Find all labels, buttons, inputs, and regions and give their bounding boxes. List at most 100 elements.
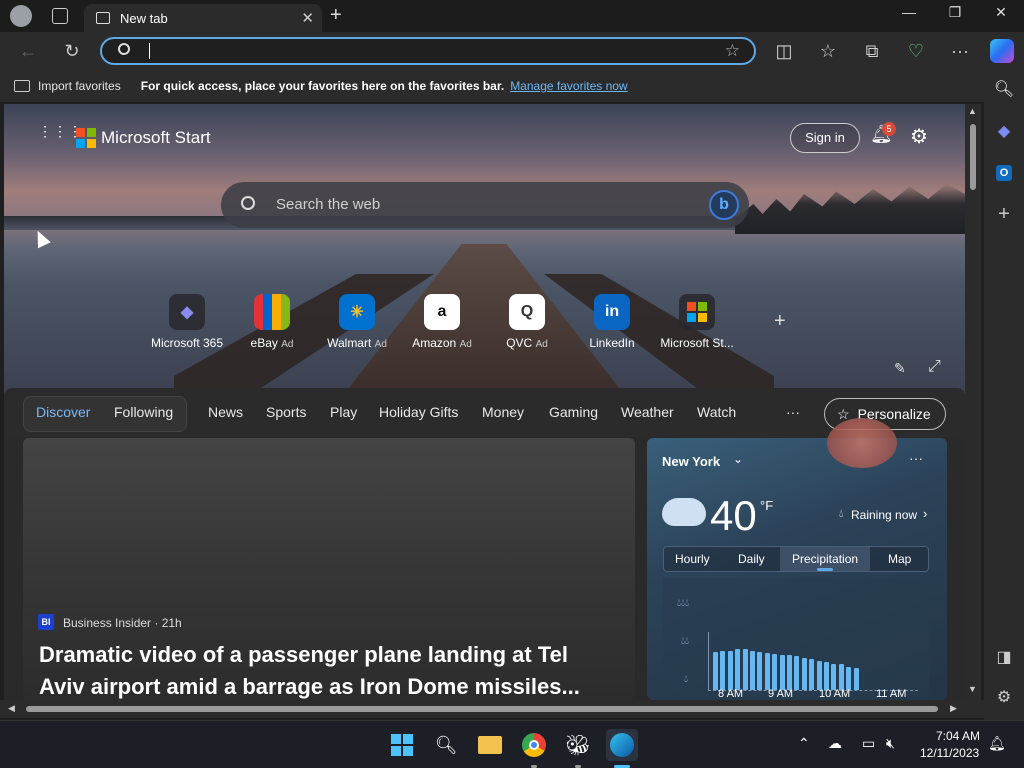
microsoft-logo: [76, 128, 96, 148]
file-explorer-icon[interactable]: [474, 729, 506, 761]
sidebar-outlook-icon[interactable]: O: [990, 158, 1018, 186]
weather-tab-daily[interactable]: Daily: [738, 552, 765, 566]
tab-play[interactable]: Play: [330, 404, 357, 420]
notification-center-icon[interactable]: 🔔︎: [988, 735, 1006, 752]
network-icon[interactable]: ▭: [862, 735, 875, 752]
manage-favorites-link[interactable]: Manage favorites now: [510, 79, 627, 93]
tab-holiday-gifts[interactable]: Holiday Gifts: [379, 404, 458, 420]
tab-gaming[interactable]: Gaming: [549, 404, 598, 420]
sidebar-copilot-icon[interactable]: ◆: [990, 118, 1018, 146]
shortcut-walmart[interactable]: ✳ Walmart Ad: [312, 294, 402, 350]
weather-temp: 40: [710, 492, 757, 539]
import-favorites-icon[interactable]: [14, 80, 30, 92]
sidebar-search-icon[interactable]: 🔍︎: [990, 76, 1018, 104]
tab-sports[interactable]: Sports: [266, 404, 306, 420]
more-tabs-button[interactable]: ···: [786, 404, 800, 420]
close-tab-icon[interactable]: ✕: [301, 9, 314, 27]
taskbar-search-icon[interactable]: 🔍︎: [430, 729, 462, 761]
shortcut-label: QVC: [506, 336, 533, 350]
precip-bar: [750, 651, 755, 690]
tab-watch[interactable]: Watch: [697, 404, 736, 420]
clock-time[interactable]: 7:04 AM: [936, 729, 980, 743]
edge-icon[interactable]: [606, 729, 638, 761]
close-window-button[interactable]: ✕: [978, 4, 1024, 28]
onedrive-icon[interactable]: ☁: [828, 735, 842, 752]
edit-background-icon[interactable]: ✎: [894, 360, 906, 377]
shortcut-microsoft-365[interactable]: ◆ Microsoft 365: [142, 294, 232, 350]
back-icon[interactable]: ←: [14, 37, 42, 65]
copilot-icon[interactable]: [990, 39, 1014, 63]
tab-discover[interactable]: Discover: [36, 404, 90, 420]
news-headline-line1[interactable]: Dramatic video of a passenger plane land…: [39, 642, 568, 668]
import-favorites-button[interactable]: Import favorites: [38, 79, 121, 93]
favorites-icon[interactable]: ☆: [814, 37, 842, 65]
horizontal-scrollbar[interactable]: ◀ ▶: [0, 700, 984, 718]
news-card[interactable]: BI Business Insider · 21h Dramatic video…: [23, 438, 635, 700]
bee-app-icon[interactable]: 🐝︎: [562, 729, 594, 761]
sidebar-settings-icon[interactable]: ⚙: [990, 684, 1018, 712]
sign-in-button[interactable]: Sign in: [790, 123, 860, 153]
tab-weather[interactable]: Weather: [621, 404, 674, 420]
weather-tab-map[interactable]: Map: [888, 552, 911, 566]
status-chevron-right-icon[interactable]: ›: [923, 506, 927, 521]
show-hidden-icons-chevron-icon[interactable]: ⌃: [798, 735, 810, 752]
weather-more-icon[interactable]: ···: [909, 450, 923, 466]
news-headline-line2[interactable]: Aviv airport amid a barrage as Iron Dome…: [39, 674, 580, 700]
walmart-icon: ✳: [339, 294, 375, 330]
chrome-icon[interactable]: [518, 729, 550, 761]
split-screen-icon[interactable]: ◫: [770, 37, 798, 65]
app-launcher-icon[interactable]: ⋮⋮⋮: [38, 124, 82, 148]
clock-date[interactable]: 12/11/2023: [920, 746, 979, 760]
moon-graphic: [827, 418, 897, 468]
weather-tab-precipitation[interactable]: Precipitation: [792, 552, 858, 566]
shortcut-linkedin[interactable]: in LinkedIn: [567, 294, 657, 350]
bing-chat-icon[interactable]: b: [709, 190, 739, 220]
web-search-icon: [241, 196, 255, 210]
weather-status[interactable]: Raining now: [851, 508, 917, 522]
restore-button[interactable]: ❐: [932, 4, 978, 28]
horizontal-scroll-thumb[interactable]: [26, 706, 938, 712]
scroll-up-icon[interactable]: ▲: [968, 106, 977, 116]
more-menu-icon[interactable]: ···: [946, 37, 974, 65]
scroll-right-icon[interactable]: ▶: [950, 703, 957, 714]
brand-title[interactable]: Microsoft Start: [101, 128, 211, 148]
tab-following[interactable]: Following: [114, 404, 173, 420]
weather-card[interactable]: New York ⌄ ··· 40 °F 💧︎ Raining now › Ho…: [647, 418, 947, 700]
expand-icon[interactable]: ⤢: [928, 358, 941, 376]
start-button[interactable]: [386, 729, 418, 761]
shortcut-microsoft-store[interactable]: Microsoft St...: [652, 294, 742, 350]
weather-tab-hourly[interactable]: Hourly: [675, 552, 710, 566]
page-settings-icon[interactable]: ⚙: [910, 124, 928, 149]
tab-news[interactable]: News: [208, 404, 243, 420]
favorite-star-icon[interactable]: ☆: [725, 41, 740, 61]
precip-bar: [817, 661, 822, 690]
tab-actions-icon[interactable]: [52, 8, 68, 24]
volume-muted-icon[interactable]: 🔇︎: [886, 735, 895, 752]
shortcut-ebay[interactable]: eBay Ad: [227, 294, 317, 350]
city-chevron-down-icon[interactable]: ⌄: [733, 452, 743, 466]
sidebar-add-icon[interactable]: +: [990, 200, 1018, 228]
precip-bar: [713, 652, 718, 690]
web-search-box[interactable]: Search the web b: [221, 182, 749, 228]
sidebar-hide-icon[interactable]: ◨: [990, 644, 1018, 672]
tab-money[interactable]: Money: [482, 404, 524, 420]
new-tab-page: ⋮⋮⋮ Microsoft Start Sign in 🔔︎ 5 ⚙ Searc…: [4, 104, 965, 700]
minimize-button[interactable]: —: [886, 4, 932, 28]
scroll-down-icon[interactable]: ▼: [968, 684, 977, 694]
new-tab-button[interactable]: +: [330, 4, 342, 27]
profile-avatar[interactable]: [10, 5, 32, 27]
refresh-icon[interactable]: ↻: [58, 37, 86, 65]
collections-icon[interactable]: ⧉: [858, 37, 886, 65]
scroll-left-icon[interactable]: ◀: [8, 703, 15, 714]
vertical-scrollbar[interactable]: ▲ ▼: [965, 104, 981, 700]
shortcut-qvc[interactable]: Q QVC Ad: [482, 294, 572, 350]
source-logo: BI: [38, 614, 54, 630]
browser-essentials-icon[interactable]: ♡: [902, 37, 930, 65]
add-shortcut-button[interactable]: +: [774, 310, 786, 333]
precip-bar: [802, 658, 807, 690]
vertical-scroll-thumb[interactable]: [970, 124, 976, 190]
tab-new-tab[interactable]: New tab ✕: [84, 4, 322, 32]
weather-city[interactable]: New York: [662, 454, 720, 469]
address-bar[interactable]: ☆: [100, 37, 756, 65]
shortcut-amazon[interactable]: a Amazon Ad: [397, 294, 487, 350]
